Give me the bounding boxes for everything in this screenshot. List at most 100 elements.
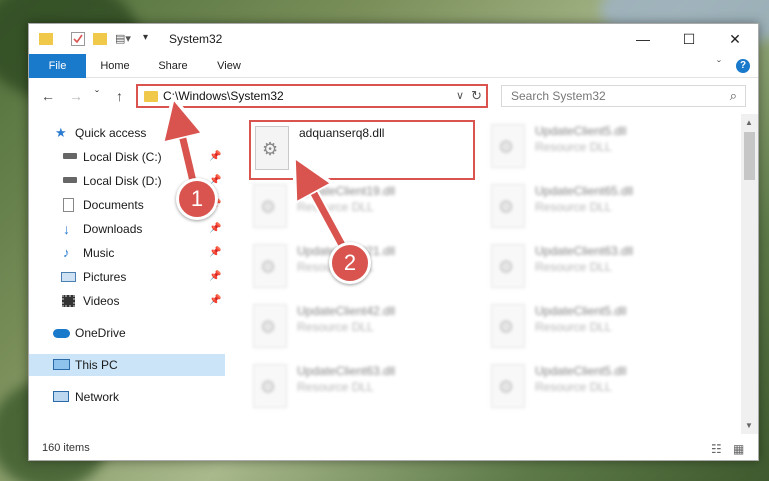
sidebar-item-onedrive[interactable]: OneDrive <box>29 322 225 344</box>
file-name: UpdateClient63.dll <box>297 364 396 378</box>
file-type: Resource DLL <box>297 380 374 394</box>
file-type: Resource DLL <box>535 200 612 214</box>
file-tile[interactable]: ⚙ UpdateClient5.dll Resource DLL <box>487 300 717 356</box>
dll-file-icon: ⚙ <box>491 184 525 228</box>
file-tile[interactable]: ⚙ UpdateClient42.dll Resource DLL <box>249 300 479 356</box>
documents-icon <box>63 198 74 212</box>
sidebar-item-label: Videos <box>83 294 120 308</box>
file-name: UpdateClient65.dll <box>535 184 634 198</box>
sidebar-item-label: Music <box>83 246 115 260</box>
sidebar-item-this-pc[interactable]: This PC <box>29 354 225 376</box>
file-tile[interactable]: ⚙ UpdateClient63.dll Resource DLL <box>487 240 717 296</box>
title-bar: ▤▾ ▾ System32 — ☐ ✕ <box>29 24 758 54</box>
status-bar: 160 items ☷ ▦ <box>29 438 758 460</box>
highlighted-file-tile[interactable]: ⚙ adquanserq8.dll <box>249 120 475 180</box>
file-type: Resource DLL <box>535 320 612 334</box>
sidebar-item-local-disk-c[interactable]: Local Disk (C:) 📌 <box>29 146 225 168</box>
file-tile[interactable]: ⚙ UpdateClient19.dll Resource DLL <box>249 180 479 236</box>
dll-file-icon: ⚙ <box>253 304 287 348</box>
ribbon-tabs: File Home Share View ˇ ? <box>29 54 758 78</box>
recent-locations-button[interactable]: ˇ <box>95 88 99 102</box>
folder-icon <box>39 33 53 45</box>
sidebar-item-label: Pictures <box>83 270 127 284</box>
dll-file-icon: ⚙ <box>491 304 525 348</box>
sidebar-item-pictures[interactable]: Pictures 📌 <box>29 266 225 288</box>
dll-file-icon: ⚙ <box>255 126 289 170</box>
help-icon[interactable]: ? <box>736 59 750 73</box>
dll-file-icon: ⚙ <box>491 364 525 408</box>
pin-icon[interactable]: 📌 <box>209 146 221 168</box>
file-tile[interactable]: ⚙ UpdateClient65.dll Resource DLL <box>487 180 717 236</box>
details-view-icon[interactable]: ☷ <box>711 442 722 456</box>
address-path[interactable]: C:\Windows\System32 <box>163 89 284 103</box>
tab-view[interactable]: View <box>205 54 253 78</box>
forward-button[interactable]: → <box>69 88 83 104</box>
maximize-button[interactable]: ☐ <box>666 24 712 54</box>
step-badge-2: 2 <box>329 242 371 284</box>
minimize-button[interactable]: — <box>620 24 666 54</box>
sidebar-item-music[interactable]: ♪ Music 📌 <box>29 242 225 264</box>
window-title: System32 <box>169 32 223 46</box>
network-icon <box>53 391 69 402</box>
dll-file-icon: ⚙ <box>253 364 287 408</box>
sidebar-item-label: Local Disk (C:) <box>83 150 162 164</box>
explorer-window: ▤▾ ▾ System32 — ☐ ✕ File Home Share View… <box>28 23 759 461</box>
sidebar-item-label: Local Disk (D:) <box>83 174 162 188</box>
scroll-up-icon[interactable]: ▲ <box>745 118 753 127</box>
pin-icon[interactable]: 📌 <box>209 218 221 240</box>
music-icon: ♪ <box>63 245 70 260</box>
search-box[interactable]: Search System32 ⌕ <box>501 85 746 107</box>
file-type: Resource DLL <box>297 200 374 214</box>
back-button[interactable]: ← <box>41 88 55 104</box>
new-folder-icon[interactable] <box>93 33 107 45</box>
file-tile[interactable]: ⚙ UpdateClient5.dll Resource DLL <box>487 360 717 416</box>
file-tile[interactable]: ⚙ UpdateClient63.dll Resource DLL <box>249 360 479 416</box>
file-tile[interactable]: ⚙ UpdateClient5.dll Resource DLL <box>487 120 717 176</box>
close-button[interactable]: ✕ <box>712 24 758 54</box>
sidebar-item-network[interactable]: Network <box>29 386 225 408</box>
file-name: UpdateClient19.dll <box>297 184 396 198</box>
sidebar-item-label: This PC <box>75 358 118 372</box>
properties-icon[interactable] <box>71 32 85 46</box>
dll-file-icon: ⚙ <box>491 244 525 288</box>
file-type: Resource DLL <box>535 380 612 394</box>
cloud-icon <box>53 329 70 338</box>
search-icon[interactable]: ⌕ <box>730 88 737 104</box>
sidebar-item-label: OneDrive <box>75 326 126 340</box>
sidebar-item-label: Quick access <box>75 126 147 140</box>
up-button[interactable]: ↑ <box>116 88 123 104</box>
computer-icon <box>53 359 70 370</box>
customize-toolbar-icon[interactable]: ▤▾ <box>115 32 137 46</box>
scroll-down-icon[interactable]: ▼ <box>745 421 753 430</box>
address-bar[interactable]: C:\Windows\System32 ∨ ↻ <box>136 84 488 108</box>
refresh-icon[interactable]: ↻ <box>471 88 482 104</box>
file-name: UpdateClient63.dll <box>535 244 634 258</box>
search-input[interactable]: Search System32 <box>511 89 606 103</box>
toolbar-dropdown-icon[interactable]: ▾ <box>143 32 157 46</box>
pin-icon[interactable]: 📌 <box>209 242 221 264</box>
file-type: Resource DLL <box>535 140 612 154</box>
vertical-scrollbar[interactable]: ▲ ▼ <box>741 114 758 434</box>
sidebar-item-downloads[interactable]: ↓ Downloads 📌 <box>29 218 225 240</box>
large-icons-view-icon[interactable]: ▦ <box>733 442 744 456</box>
tab-home[interactable]: Home <box>91 54 139 78</box>
file-type: Resource DLL <box>535 260 612 274</box>
sidebar-item-quick-access[interactable]: ★ Quick access <box>29 122 225 144</box>
sidebar-item-label: Downloads <box>83 222 143 236</box>
file-name: UpdateClient5.dll <box>535 304 627 318</box>
folder-icon <box>144 91 158 102</box>
videos-icon <box>62 295 75 307</box>
pin-icon[interactable]: 📌 <box>209 266 221 288</box>
tab-share[interactable]: Share <box>149 54 197 78</box>
pin-icon[interactable]: 📌 <box>209 290 221 312</box>
scrollbar-thumb[interactable] <box>744 132 755 180</box>
dll-file-icon: ⚙ <box>253 184 287 228</box>
navigation-pane: ★ Quick access Local Disk (C:) 📌 Local D… <box>29 114 225 434</box>
step-badge-1: 1 <box>176 178 218 220</box>
tab-file[interactable]: File <box>29 54 86 78</box>
expand-ribbon-icon[interactable]: ˇ <box>717 58 721 72</box>
address-dropdown-icon[interactable]: ∨ <box>456 89 464 102</box>
drive-icon <box>63 153 77 159</box>
downloads-icon: ↓ <box>63 221 70 237</box>
sidebar-item-videos[interactable]: Videos 📌 <box>29 290 225 312</box>
